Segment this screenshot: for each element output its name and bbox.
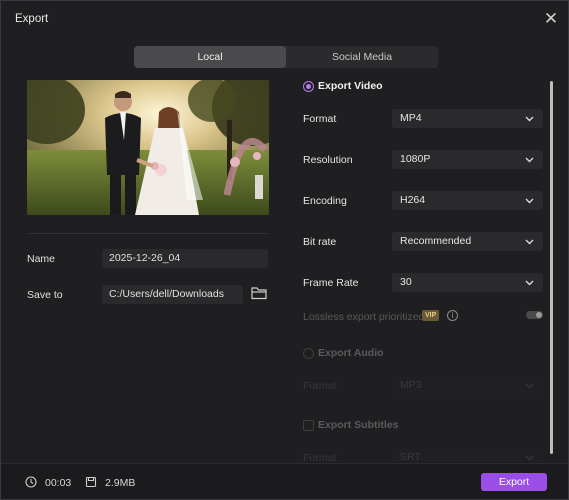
chevron-down-icon	[525, 383, 534, 389]
bit-rate-label: Bit rate	[303, 236, 337, 248]
bit-rate-select[interactable]: Recommended	[392, 232, 543, 251]
format-value: MP4	[400, 112, 422, 124]
resolution-label: Resolution	[303, 154, 353, 166]
title-bar: Export ✕	[1, 1, 568, 37]
export-subtitles-checkbox[interactable]	[303, 420, 314, 431]
save-to-label: Save to	[27, 289, 63, 301]
encoding-label: Encoding	[303, 195, 347, 207]
export-subtitles-title: Export Subtitles	[318, 419, 399, 431]
name-label: Name	[27, 253, 56, 265]
audio-format-label: Format	[303, 380, 337, 392]
info-icon[interactable]: i	[447, 310, 458, 321]
folder-icon[interactable]	[251, 286, 267, 300]
chevron-down-icon	[525, 157, 534, 163]
export-settings-panel: Export Video Format MP4 Resolution 1080P…	[297, 75, 549, 461]
tab-social-media[interactable]: Social Media	[286, 46, 438, 68]
format-select[interactable]: MP4	[392, 109, 543, 128]
clock-icon	[25, 476, 37, 488]
tab-local[interactable]: Local	[134, 46, 286, 68]
export-destination-tabs: Local Social Media	[134, 46, 438, 68]
chevron-down-icon	[525, 455, 534, 461]
subtitle-format-label: Format	[303, 452, 337, 461]
encoding-select[interactable]: H264	[392, 191, 543, 210]
export-dialog: Export ✕ Local Social Media Name 2025-12…	[0, 0, 569, 500]
file-size-icon	[85, 476, 97, 488]
chevron-down-icon	[525, 239, 534, 245]
export-button[interactable]: Export	[481, 473, 547, 491]
audio-format-value: MP3	[400, 379, 422, 391]
save-path-input[interactable]: C:/Users/dell/Downloads	[102, 285, 243, 304]
format-label: Format	[303, 113, 337, 125]
video-preview-thumbnail	[27, 80, 269, 215]
resolution-value: 1080P	[400, 153, 431, 165]
duration-text: 00:03	[45, 477, 72, 489]
export-audio-title: Export Audio	[318, 347, 384, 359]
chevron-down-icon	[525, 116, 534, 122]
export-audio-radio[interactable]	[303, 348, 314, 359]
settings-scrollbar[interactable]	[550, 81, 553, 454]
lossless-export-label: Lossless export prioritized	[303, 311, 425, 323]
lossless-export-toggle[interactable]	[526, 311, 543, 319]
frame-rate-select[interactable]: 30	[392, 273, 543, 292]
bit-rate-value: Recommended	[400, 235, 472, 247]
dialog-footer: 00:03 2.9MB Export	[1, 463, 568, 499]
file-name-input[interactable]: 2025-12-26_04	[102, 249, 268, 268]
frame-rate-value: 30	[400, 276, 412, 288]
resolution-select[interactable]: 1080P	[392, 150, 543, 169]
dialog-title: Export	[15, 13, 49, 25]
encoding-value: H264	[400, 194, 426, 206]
vip-badge: VIP	[422, 310, 440, 321]
audio-format-select[interactable]: MP3	[392, 376, 543, 395]
chevron-down-icon	[525, 280, 534, 286]
wedding-photo-illustration	[27, 80, 269, 215]
left-divider	[27, 233, 269, 234]
export-video-title: Export Video	[318, 80, 383, 92]
close-icon[interactable]: ✕	[542, 10, 560, 28]
subtitle-format-value: SRT	[400, 451, 421, 461]
frame-rate-label: Frame Rate	[303, 277, 359, 289]
chevron-down-icon	[525, 198, 534, 204]
export-video-radio[interactable]	[303, 81, 314, 92]
file-size-text: 2.9MB	[105, 477, 136, 489]
subtitle-format-select[interactable]: SRT	[392, 448, 543, 461]
